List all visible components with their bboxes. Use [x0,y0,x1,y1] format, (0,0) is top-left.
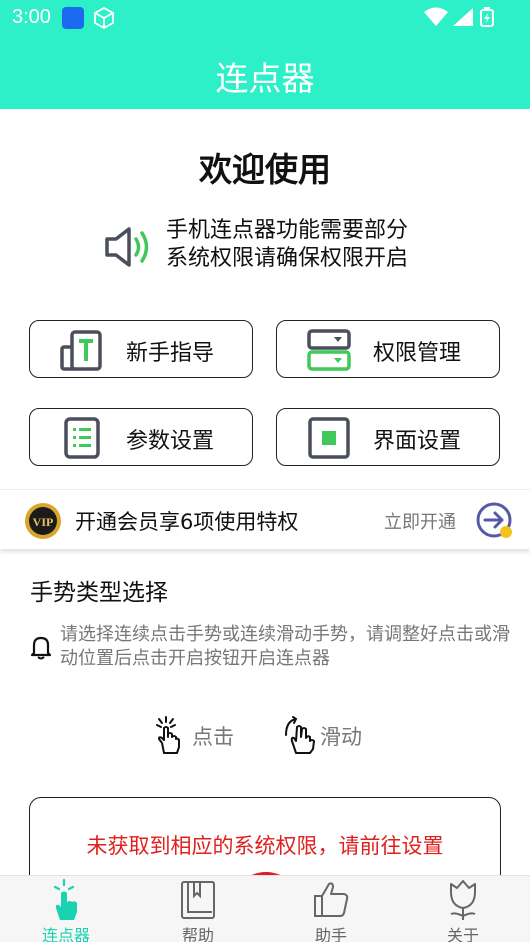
app-icon [62,7,84,29]
gesture-hint: 请选择连续点击手势或连续滑动手势，请调整好点击或滑动位置后点击开启按钮开启连点器 [60,624,510,669]
nav-item-assistant[interactable]: 助手 [265,876,397,942]
vip-open-link[interactable]: 立即开通 [384,508,456,534]
bell-icon [30,636,52,660]
interface-settings-button[interactable]: 界面设置 [276,408,500,466]
wifi-icon [423,7,448,26]
permission-notice: 手机连点器功能需要部分 系统权限请确保权限开启 [166,217,408,273]
thumbs-up-icon [314,882,349,917]
interface-settings-label: 界面设置 [373,429,462,454]
square-icon [308,417,350,459]
parameter-settings-button[interactable]: 参数设置 [29,408,253,466]
permission-label: 权限管理 [373,341,462,366]
arrow-right-circle-icon[interactable] [475,501,515,541]
nav-label-assistant: 助手 [314,926,347,942]
tap-hand-icon [156,716,180,754]
permission-icon [307,329,351,371]
cube-icon [94,6,114,30]
gesture-option-swipe[interactable]: 滑动 [280,715,390,755]
nav-label-about: 关于 [446,926,479,942]
signal-icon [452,8,473,26]
app-title: 连点器 [215,59,315,98]
vip-banner[interactable]: VIP 开通会员享6项使用特权 立即开通 [0,489,530,549]
status-bar: 3:00 [0,0,530,36]
nav-label-help: 帮助 [181,926,214,942]
book-icon [181,881,215,919]
permission-warning: 未获取到相应的系统权限，请前往设置 [86,834,444,858]
status-time: 3:00 [12,6,51,28]
bottom-nav: 连点器 帮助 助手 关于 [0,875,530,942]
nav-label-clicker: 连点器 [41,926,90,942]
permission-button[interactable]: 权限管理 [276,320,500,378]
guide-label: 新手指导 [126,341,215,366]
notice-line-2: 系统权限请确保权限开启 [166,246,409,271]
speaker-icon [105,227,149,267]
nav-item-about[interactable]: 关于 [397,876,529,942]
tap-finger-icon [53,878,77,920]
vip-badge-text: VIP [33,515,54,529]
tulip-icon [450,880,476,920]
welcome-title: 欢迎使用 [199,150,331,189]
nav-item-help[interactable]: 帮助 [132,876,264,942]
gesture-section-title: 手势类型选择 [30,580,168,606]
vip-text: 开通会员享6项使用特权 [75,510,299,534]
swipe-hand-icon [285,716,315,754]
gesture-click-label: 点击 [192,725,234,749]
vip-badge-icon: VIP [25,503,61,539]
notice-line-1: 手机连点器功能需要部分 [166,218,409,243]
gesture-option-click[interactable]: 点击 [152,715,252,755]
list-icon [64,417,100,459]
guide-icon [60,330,102,371]
status-icons [423,7,494,31]
gesture-swipe-label: 滑动 [320,725,362,749]
guide-button[interactable]: 新手指导 [29,320,253,378]
battery-icon [480,7,494,27]
nav-item-clicker[interactable]: 连点器 [0,876,132,942]
parameter-settings-label: 参数设置 [126,429,215,454]
app-bar: 连点器 [0,36,530,109]
